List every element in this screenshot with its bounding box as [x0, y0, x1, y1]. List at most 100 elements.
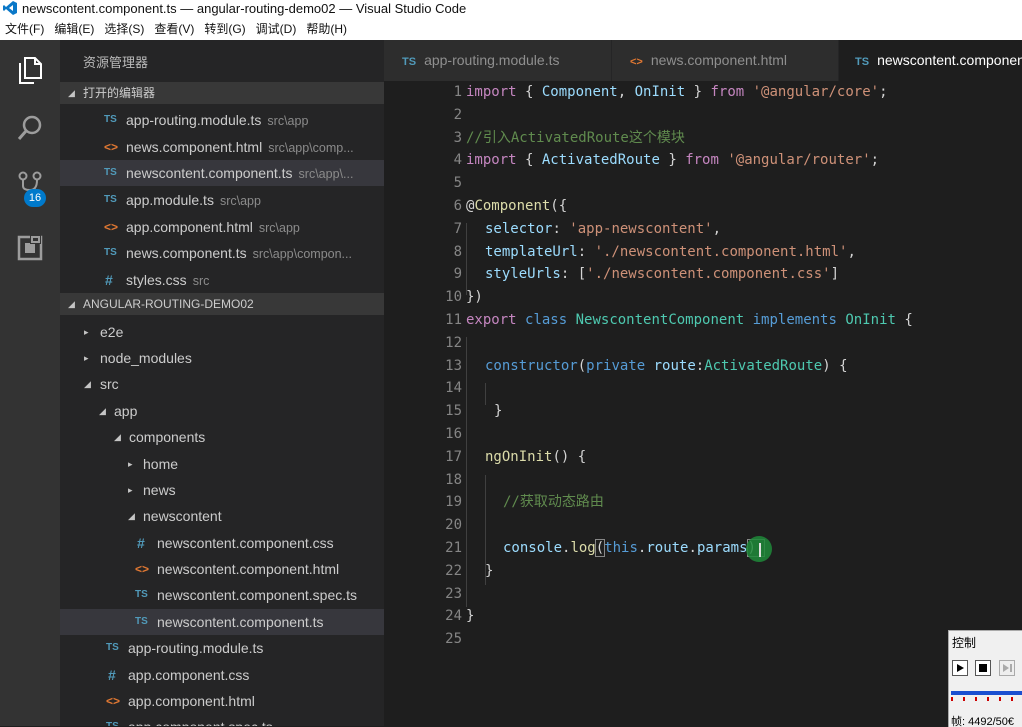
code-comment: //获取动态路由	[503, 494, 604, 511]
indent-guide	[466, 223, 467, 295]
chevron-down-icon: ◢	[84, 379, 91, 389]
typescript-icon: TS	[104, 247, 117, 258]
tree-folder[interactable]: ▸ home	[60, 451, 384, 477]
code-editor[interactable]: 1 2 3 4 5 6 7 8 9 10 11 12 13 14 15 16 1…	[384, 81, 1022, 726]
code-line: @Component({	[466, 198, 568, 214]
html-icon: <>	[104, 140, 119, 154]
tree-file[interactable]: # newscontent.component.css	[60, 530, 384, 556]
line-number: 24	[445, 608, 462, 625]
title-bar: newscontent.component.ts — angular-routi…	[0, 0, 1022, 18]
line-number: 19	[445, 494, 462, 511]
html-icon: <>	[630, 56, 643, 68]
open-editor-name: app.module.ts	[126, 192, 214, 208]
typescript-icon: TS	[106, 642, 119, 653]
css-icon: #	[105, 272, 113, 288]
play-button[interactable]	[952, 660, 968, 676]
tree-folder[interactable]: ◢ components	[60, 424, 384, 450]
tree-file-name: app.component.spec.ts	[128, 714, 273, 726]
open-editor-name: news.component.html	[126, 139, 263, 155]
tree-folder-name: home	[143, 456, 179, 472]
tree-file[interactable]: TS newscontent.component.spec.ts	[60, 582, 384, 608]
tree-file[interactable]: <> newscontent.component.html	[60, 556, 384, 582]
open-editor-item[interactable]: TS news.component.ts src\app\compon...	[60, 240, 384, 266]
menu-goto[interactable]: 转到(G)	[199, 18, 250, 40]
search-activity[interactable]	[0, 103, 60, 153]
typescript-icon: TS	[104, 167, 117, 178]
chevron-right-icon: ▸	[128, 459, 133, 469]
open-editors-label: 打开的编辑器	[83, 86, 156, 100]
tab-app-routing-module[interactable]: TS app-routing.module.ts	[384, 40, 611, 81]
open-editor-item[interactable]: TS app-routing.module.ts src\app	[60, 107, 384, 133]
tree-folder[interactable]: ◢ app	[60, 398, 384, 424]
open-editor-name: app-routing.module.ts	[126, 112, 262, 128]
open-editor-item[interactable]: <> news.component.html src\app\comp...	[60, 134, 384, 160]
tree-file[interactable]: TS app-routing.module.ts	[60, 635, 384, 661]
menu-debug[interactable]: 调试(D)	[251, 18, 302, 40]
tree-file-name: newscontent.component.html	[157, 561, 340, 577]
tree-file[interactable]: # app.component.css	[60, 662, 384, 688]
line-number: 15	[445, 403, 462, 420]
line-number: 2	[453, 106, 462, 123]
line-number: 20	[445, 517, 462, 534]
tree-folder-name: components	[129, 429, 206, 445]
open-editor-item[interactable]: TS app.module.ts src\app	[60, 187, 384, 213]
tab-label: newscontent.component.ts	[877, 52, 1022, 68]
line-number: 8	[453, 243, 462, 260]
code-line: import { Component, OnInit } from '@angu…	[466, 84, 888, 100]
line-number: 6	[453, 198, 462, 214]
project-folder-header[interactable]: ◢ ANGULAR-ROUTING-DEMO02	[60, 293, 384, 315]
tree-folder-name: newscontent	[143, 508, 222, 524]
open-editor-item-active[interactable]: TS newscontent.component.ts src\app\...	[60, 160, 384, 186]
text-cursor-icon	[759, 543, 761, 557]
control-title: 控制	[952, 636, 977, 650]
extensions-icon	[17, 235, 43, 261]
tree-folder[interactable]: ▸ news	[60, 477, 384, 503]
open-editor-path: src\app	[267, 114, 309, 128]
files-icon	[19, 57, 42, 84]
typescript-icon: TS	[104, 114, 117, 125]
open-editor-item[interactable]: <> app.component.html src\app	[60, 214, 384, 240]
tab-news-component-html[interactable]: <> news.component.html	[612, 40, 838, 81]
tree-file-name: app-routing.module.ts	[128, 640, 264, 656]
code-line: selector: 'app-newscontent',	[485, 220, 722, 237]
tree-folder[interactable]: ◢ src	[60, 371, 384, 397]
menu-selection[interactable]: 选择(S)	[99, 18, 149, 40]
tree-file-name: app.component.css	[128, 667, 250, 683]
line-number: 12	[445, 334, 462, 351]
tree-folder-name: src	[100, 376, 119, 392]
extensions-activity[interactable]	[0, 223, 60, 273]
tree-folder[interactable]: ◢ newscontent	[60, 503, 384, 529]
stop-button[interactable]	[975, 660, 991, 676]
open-editor-path: src	[192, 274, 210, 288]
tab-newscontent-component-ts[interactable]: TS newscontent.component.ts	[839, 40, 1022, 81]
open-editor-item[interactable]: # styles.css src	[60, 267, 384, 293]
chevron-right-icon: ▸	[128, 485, 133, 495]
explorer-sidebar: 资源管理器 ◢ 打开的编辑器 TS app-routing.module.ts s…	[60, 40, 384, 726]
typescript-icon: TS	[855, 56, 870, 68]
indent-guide	[466, 337, 467, 607]
line-number: 13	[445, 357, 462, 374]
menu-help[interactable]: 帮助(H)	[301, 18, 352, 40]
menu-file[interactable]: 文件(F)	[0, 18, 49, 40]
open-editor-name: app.component.html	[126, 219, 253, 235]
code-line: ngOnInit() {	[485, 448, 587, 465]
code-comment: //引入ActivatedRoute这个模块	[466, 129, 685, 146]
menu-view[interactable]: 查看(V)	[149, 18, 199, 40]
tree-folder[interactable]: ▸ e2e	[60, 319, 384, 345]
css-icon: #	[137, 535, 145, 551]
code-line: styleUrls: ['./newscontent.component.css…	[485, 266, 840, 283]
open-editors-header[interactable]: ◢ 打开的编辑器	[60, 82, 384, 104]
open-editor-path: src\app	[258, 221, 300, 235]
tree-folder[interactable]: ▸ node_modules	[60, 345, 384, 371]
menu-edit[interactable]: 编辑(E)	[49, 18, 99, 40]
timeline-track[interactable]	[951, 691, 1022, 695]
next-frame-button[interactable]	[999, 660, 1015, 676]
tree-file-selected[interactable]: TS newscontent.component.ts	[60, 609, 384, 635]
line-number: 21	[445, 540, 462, 556]
typescript-icon: TS	[135, 589, 148, 600]
tree-file[interactable]: <> app.component.html	[60, 688, 384, 714]
explorer-activity[interactable]	[0, 45, 60, 95]
tree-file[interactable]: TS app.component.spec.ts	[60, 714, 384, 726]
line-number: 16	[445, 426, 462, 442]
line-number: 9	[453, 266, 462, 283]
